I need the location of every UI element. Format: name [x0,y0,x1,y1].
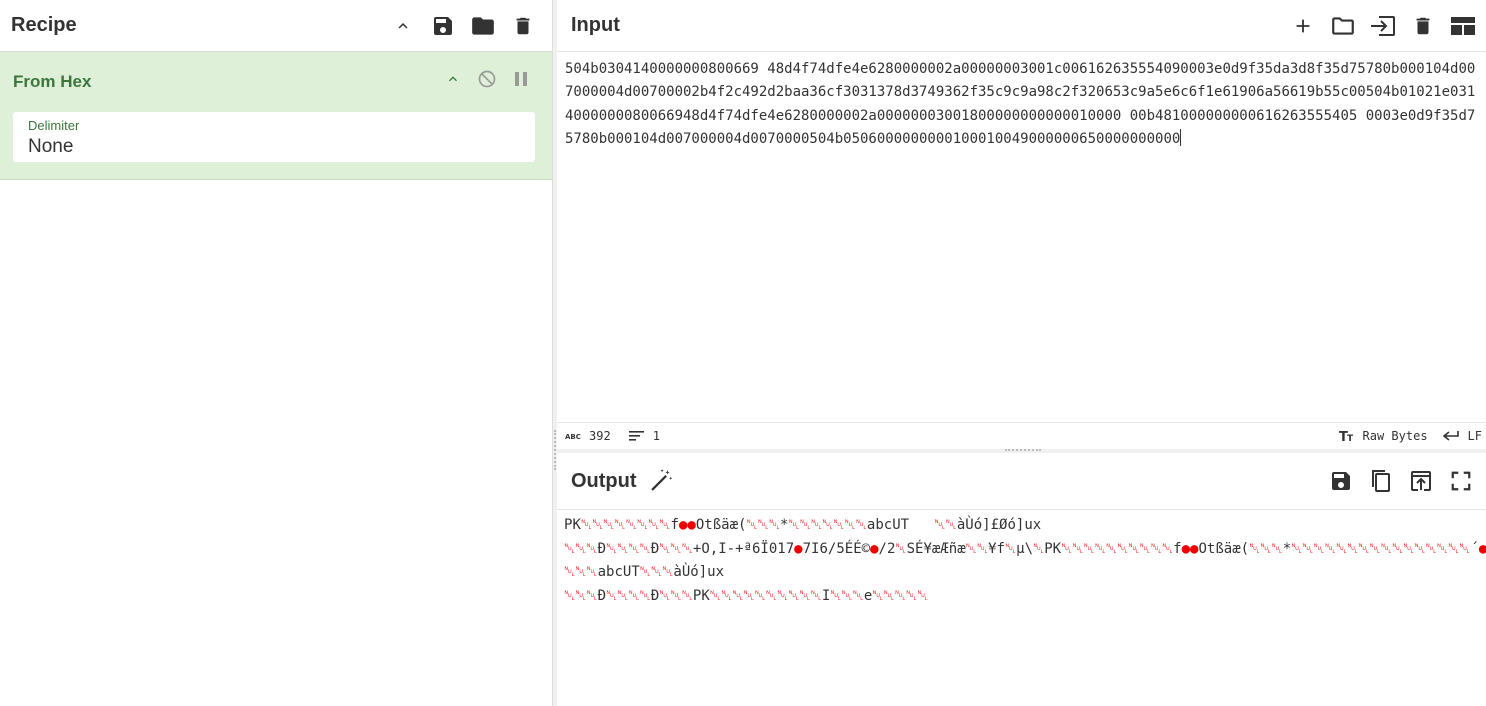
collapse-chevron-up-icon[interactable] [436,66,470,92]
open-folder-icon[interactable] [1323,6,1363,46]
output-line-2: ␀␀␀Ð␀␀␀␀Ð␀␀␀+O,I-+ª6Ï017●7I6/5ÉÉ©●/2␀SÉ¥… [564,540,1486,557]
maximize-output-icon[interactable] [1441,461,1481,501]
recipe-title: Recipe [11,14,77,36]
svg-text:T: T [1347,434,1354,443]
load-recipe-folder-icon[interactable] [463,6,503,46]
delimiter-value[interactable]: None [28,136,73,158]
encoding-selector[interactable]: TT Raw Bytes [1339,429,1428,443]
delimiter-label: Delimiter [28,118,80,133]
output-panel: Output PK␀␀␀␀␀␀␀␀f●●Otßäæ(␀␀␀*␀␀␀␀␀␀␀abc… [557,453,1486,706]
input-title: Input [571,14,620,36]
input-text[interactable]: 504b0304140000000800669 48d4f74dfe4e6280… [565,61,1475,147]
output-text[interactable]: PK␀␀␀␀␀␀␀␀f●●Otßäæ(␀␀␀*␀␀␀␀␀␀␀abcUT ␀␀àÙ… [557,510,1486,706]
output-line-4: ␀␀␀Ð␀␀␀␀Ð␀␀␀PK␀␀␀␀␀␀␀␀␀␀I␀␀␀e␀␀␀␀␀ [564,587,929,604]
svg-text:ABC: ABC [565,433,581,441]
layout-toggle-icon[interactable] [1443,6,1483,46]
replace-input-with-output-icon[interactable] [1401,461,1441,501]
magic-wand-icon[interactable] [641,461,681,501]
recipe-panel: Recipe From Hex Delimiter None [0,0,553,706]
open-file-input-icon[interactable] [1363,6,1403,46]
input-header: Input [557,0,1486,52]
save-output-icon[interactable] [1321,461,1361,501]
pause-breakpoint-icon[interactable] [504,66,538,92]
clear-input-trash-icon[interactable] [1403,6,1443,46]
operation-from-hex[interactable]: From Hex Delimiter None [0,52,552,180]
output-header: Output [557,453,1486,510]
output-line-3: ␀␀␀abcUT␀␀␀àÙó]ux [564,564,725,580]
input-status-bar: ABC 392 1 TT Raw Bytes LF [557,422,1486,449]
abc-icon: ABC [565,433,581,441]
copy-output-icon[interactable] [1361,461,1401,501]
char-count: ABC 392 [565,429,611,443]
input-textarea[interactable]: 504b0304140000000800669 48d4f74dfe4e6280… [557,52,1486,422]
save-recipe-icon[interactable] [423,6,463,46]
chevron-up-icon[interactable] [383,6,423,46]
text-size-icon: TT [1339,430,1354,443]
eol-selector[interactable]: LF [1442,429,1482,443]
input-panel: Input 504b0304140000000800669 48d4f74dfe… [557,0,1486,449]
recipe-header: Recipe [0,0,552,52]
line-count: 1 [628,429,660,443]
operation-title: From Hex [13,72,92,91]
output-title: Output [571,469,637,492]
output-line-1: PK␀␀␀␀␀␀␀␀f●●Otßäæ(␀␀␀*␀␀␀␀␀␀␀abcUT ␀␀àÙ… [564,517,1042,533]
add-input-plus-icon[interactable] [1283,6,1323,46]
lines-icon [628,431,644,441]
delimiter-field[interactable]: Delimiter None [13,112,535,162]
return-arrow-icon [1442,431,1459,441]
clear-recipe-trash-icon[interactable] [503,6,543,46]
disable-op-icon[interactable] [470,66,504,92]
